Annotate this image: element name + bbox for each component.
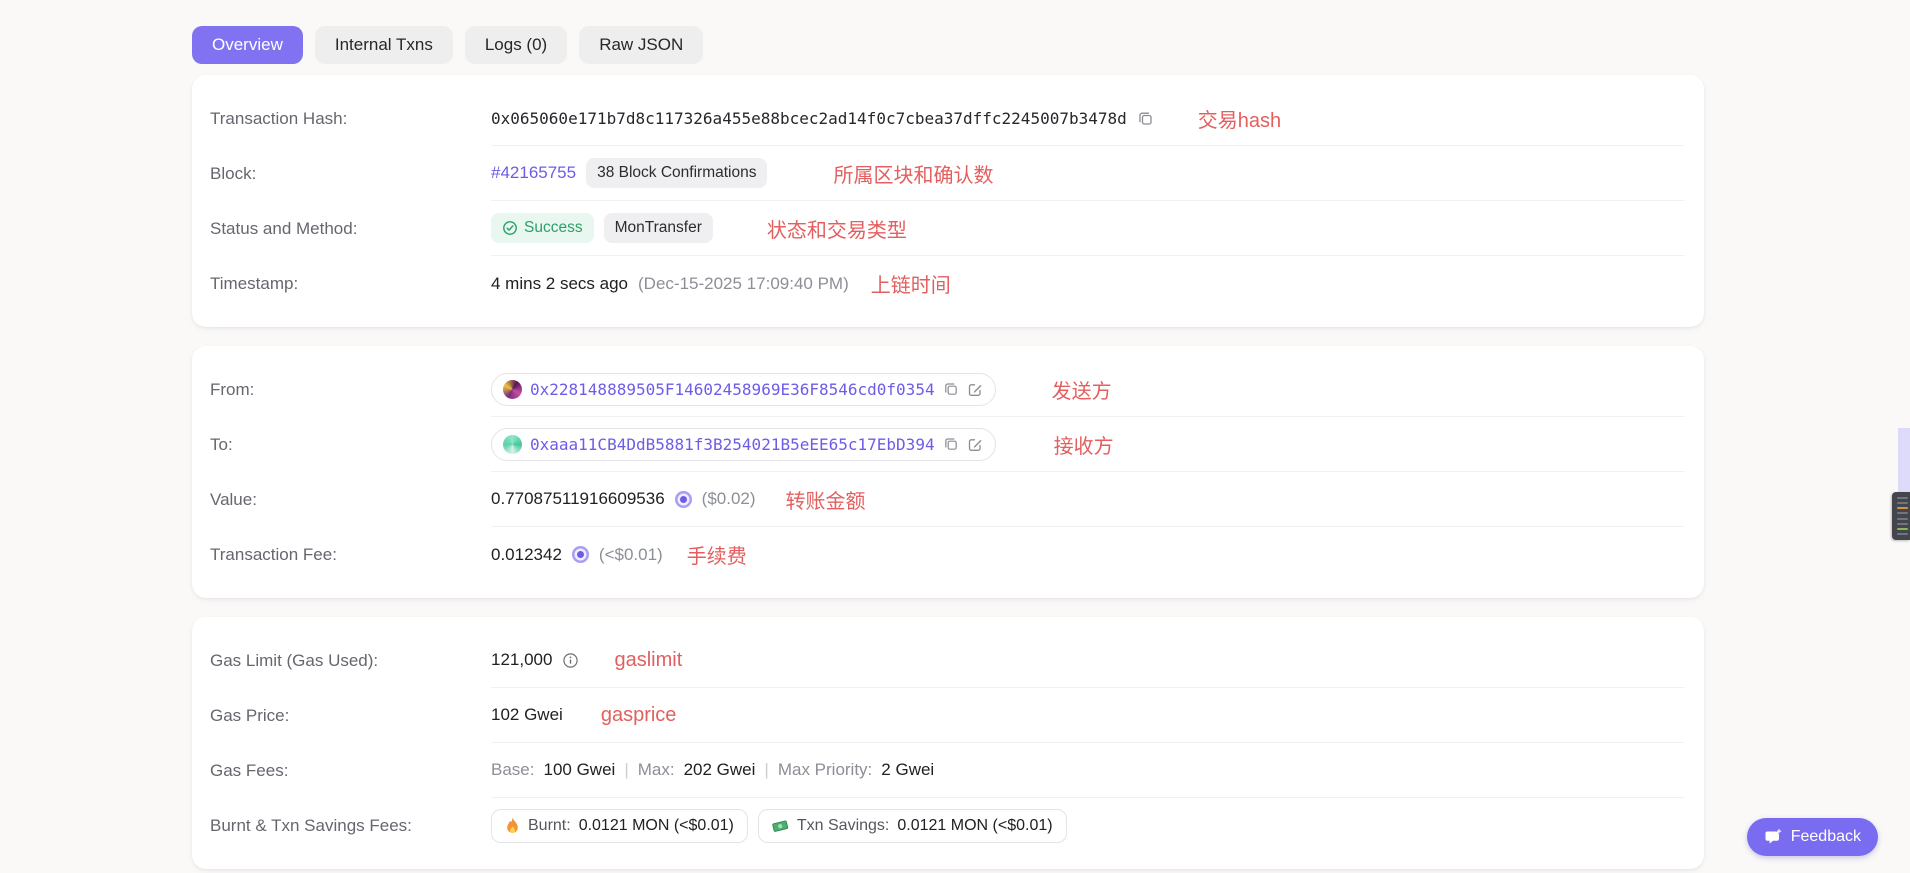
gas-priority-label: Max Priority: bbox=[778, 760, 872, 780]
transaction-hash-label: Transaction Hash: bbox=[210, 109, 491, 129]
copy-icon[interactable] bbox=[1137, 110, 1154, 127]
gas-priority-value: 2 Gwei bbox=[881, 760, 934, 780]
flame-icon bbox=[505, 817, 520, 835]
from-address-pill[interactable]: 0x228148889505F14602458969E36F8546cd0f03… bbox=[491, 373, 996, 406]
value-row: Value: 0.77087511916609536 ($0.02) 转账金额 bbox=[210, 472, 1684, 527]
to-address-pill[interactable]: 0xaaa11CB4DdB5881f3B254021B5eEE65c17EbD3… bbox=[491, 428, 996, 461]
overview-card: Transaction Hash: 0x065060e171b7d8c11732… bbox=[192, 75, 1704, 327]
tab-logs[interactable]: Logs (0) bbox=[465, 26, 567, 64]
method-badge: MonTransfer bbox=[604, 213, 713, 243]
transfer-card: From: 0x228148889505F14602458969E36F8546… bbox=[192, 346, 1704, 598]
transaction-fee-row: Transaction Fee: 0.012342 (<$0.01) 手续费 bbox=[210, 527, 1684, 582]
value-usd: ($0.02) bbox=[702, 489, 756, 509]
gas-price-annotation: gasprice bbox=[601, 704, 677, 727]
from-address[interactable]: 0x228148889505F14602458969E36F8546cd0f03… bbox=[530, 380, 935, 399]
burnt-savings-row: Burnt & Txn Savings Fees: Burnt: 0.0121 … bbox=[210, 798, 1684, 853]
timestamp-row: Timestamp: 4 mins 2 secs ago (Dec-15-202… bbox=[210, 256, 1684, 311]
to-label: To: bbox=[210, 435, 491, 455]
feedback-label: Feedback bbox=[1791, 828, 1861, 846]
block-number-link[interactable]: #42165755 bbox=[491, 163, 576, 183]
txn-savings-pill: Txn Savings: 0.0121 MON (<$0.01) bbox=[758, 809, 1067, 843]
value-label: Value: bbox=[210, 490, 491, 510]
value-annotation: 转账金额 bbox=[786, 485, 866, 514]
edit-note-icon[interactable] bbox=[967, 381, 984, 398]
copy-icon[interactable] bbox=[943, 381, 959, 397]
mon-token-icon bbox=[675, 491, 692, 508]
savings-value: 0.0121 MON (<$0.01) bbox=[897, 817, 1052, 835]
status-annotation: 状态和交易类型 bbox=[767, 214, 907, 243]
gas-fees-row: Gas Fees: Base: 100 Gwei | Max: 202 Gwei… bbox=[210, 743, 1684, 798]
transaction-hash-row: Transaction Hash: 0x065060e171b7d8c11732… bbox=[210, 91, 1684, 146]
tab-overview[interactable]: Overview bbox=[192, 26, 303, 64]
info-icon[interactable] bbox=[562, 652, 579, 669]
fee-amount: 0.012342 bbox=[491, 545, 562, 565]
feedback-chat-icon bbox=[1764, 828, 1783, 847]
gas-fees-label: Gas Fees: bbox=[210, 761, 491, 781]
transaction-page: Overview Internal Txns Logs (0) Raw JSON… bbox=[0, 0, 1704, 869]
gas-card: Gas Limit (Gas Used): 121,000 gaslimit G… bbox=[192, 617, 1704, 869]
tab-internal-txns[interactable]: Internal Txns bbox=[315, 26, 453, 64]
from-row: From: 0x228148889505F14602458969E36F8546… bbox=[210, 362, 1684, 417]
tab-raw-json[interactable]: Raw JSON bbox=[579, 26, 703, 64]
block-label: Block: bbox=[210, 164, 491, 184]
timestamp-absolute: (Dec-15-2025 17:09:40 PM) bbox=[638, 274, 849, 294]
separator: | bbox=[764, 760, 768, 780]
fee-annotation: 手续费 bbox=[687, 540, 747, 569]
gas-limit-row: Gas Limit (Gas Used): 121,000 gaslimit bbox=[210, 633, 1684, 688]
separator: | bbox=[624, 760, 628, 780]
from-annotation: 发送方 bbox=[1052, 375, 1112, 404]
edit-note-icon[interactable] bbox=[967, 436, 984, 453]
gas-limit-label: Gas Limit (Gas Used): bbox=[210, 651, 491, 671]
fee-usd: (<$0.01) bbox=[599, 545, 663, 565]
status-text: Success bbox=[524, 219, 583, 237]
to-address[interactable]: 0xaaa11CB4DdB5881f3B254021B5eEE65c17EbD3… bbox=[530, 435, 935, 454]
burnt-value: 0.0121 MON (<$0.01) bbox=[579, 817, 734, 835]
from-avatar bbox=[503, 380, 522, 399]
check-circle-icon bbox=[502, 220, 518, 236]
scroll-highlight-strip bbox=[1898, 428, 1910, 492]
tab-bar: Overview Internal Txns Logs (0) Raw JSON bbox=[192, 26, 1704, 64]
status-method-row: Status and Method: Success MonTransfer 状… bbox=[210, 201, 1684, 256]
block-annotation: 所属区块和确认数 bbox=[833, 159, 993, 188]
timestamp-label: Timestamp: bbox=[210, 274, 491, 294]
transaction-fee-label: Transaction Fee: bbox=[210, 545, 491, 565]
timestamp-annotation: 上链时间 bbox=[871, 269, 951, 298]
gas-max-label: Max: bbox=[638, 760, 675, 780]
gas-price-value: 102 Gwei bbox=[491, 705, 563, 725]
timestamp-relative: 4 mins 2 secs ago bbox=[491, 274, 628, 294]
gas-base-label: Base: bbox=[491, 760, 534, 780]
status-method-label: Status and Method: bbox=[210, 219, 491, 239]
hash-annotation: 交易hash bbox=[1198, 104, 1281, 133]
to-row: To: 0xaaa11CB4DdB5881f3B254021B5eEE65c17… bbox=[210, 417, 1684, 472]
minimap-widget[interactable] bbox=[1892, 492, 1910, 540]
burnt-fee-pill: Burnt: 0.0121 MON (<$0.01) bbox=[491, 809, 748, 843]
transaction-hash-value: 0x065060e171b7d8c117326a455e88bcec2ad14f… bbox=[491, 109, 1127, 128]
copy-icon[interactable] bbox=[943, 436, 959, 452]
gas-limit-annotation: gaslimit bbox=[614, 649, 682, 672]
burnt-savings-label: Burnt & Txn Savings Fees: bbox=[210, 816, 491, 836]
block-confirmations-badge: 38 Block Confirmations bbox=[586, 158, 767, 188]
gas-price-label: Gas Price: bbox=[210, 706, 491, 726]
status-badge: Success bbox=[491, 213, 594, 243]
savings-text: Txn Savings: bbox=[797, 817, 889, 835]
block-row: Block: #42165755 38 Block Confirmations … bbox=[210, 146, 1684, 201]
gas-price-row: Gas Price: 102 Gwei gasprice bbox=[210, 688, 1684, 743]
gas-max-value: 202 Gwei bbox=[684, 760, 756, 780]
burnt-text: Burnt: bbox=[528, 817, 571, 835]
from-label: From: bbox=[210, 380, 491, 400]
mon-token-icon bbox=[572, 546, 589, 563]
to-annotation: 接收方 bbox=[1054, 430, 1114, 459]
banknote-icon bbox=[772, 818, 789, 834]
to-avatar bbox=[503, 435, 522, 454]
feedback-button[interactable]: Feedback bbox=[1747, 818, 1878, 856]
value-amount: 0.77087511916609536 bbox=[491, 489, 665, 509]
gas-limit-value: 121,000 bbox=[491, 650, 552, 670]
gas-base-value: 100 Gwei bbox=[543, 760, 615, 780]
